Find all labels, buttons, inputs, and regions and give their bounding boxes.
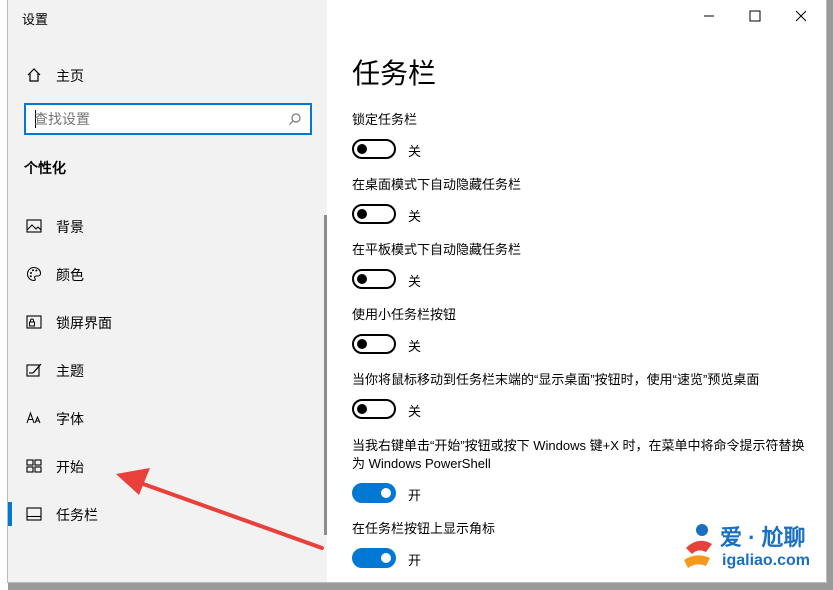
sidebar-item-start[interactable]: 开始	[8, 446, 327, 486]
sidebar-item-label: 颜色	[56, 267, 84, 283]
window-title: 设置	[22, 12, 49, 27]
section-title: 个性化	[24, 160, 66, 176]
setting-label: 使用小任务栏按钮	[352, 307, 457, 322]
sidebar-item-background[interactable]: 背景	[8, 206, 327, 246]
page-title: 任务栏	[352, 58, 437, 89]
setting-powershell: 当我右键单击“开始”按钮或按下 Windows 键+X 时，在菜单中将命令提示符…	[352, 437, 812, 505]
sidebar-item-fonts[interactable]: 字体	[8, 398, 327, 438]
setting-label: 当你将鼠标移动到任务栏末端的“显示桌面”按钮时，使用“速览”预览桌面	[352, 372, 760, 387]
setting-autohide-tablet: 在平板模式下自动隐藏任务栏 关	[352, 241, 812, 291]
maximize-icon	[749, 10, 761, 22]
search-input[interactable]	[34, 109, 284, 129]
close-icon	[795, 10, 807, 22]
home-icon	[24, 65, 44, 85]
sidebar-item-taskbar[interactable]: 任务栏	[8, 494, 327, 534]
sidebar-item-label: 锁屏界面	[56, 315, 112, 331]
close-button[interactable]	[778, 0, 824, 32]
taskbar-icon	[24, 504, 44, 524]
lock-taskbar-toggle[interactable]	[352, 139, 396, 159]
sidebar-item-label: 任务栏	[56, 507, 98, 523]
mascot-icon	[684, 524, 712, 568]
setting-small-buttons: 使用小任务栏按钮 关	[352, 306, 812, 356]
search-icon[interactable]	[288, 112, 302, 131]
background-window-edge	[0, 0, 8, 590]
toggle-state: 开	[408, 488, 422, 503]
setting-label: 在桌面模式下自动隐藏任务栏	[352, 177, 522, 192]
picture-icon	[24, 216, 44, 236]
toggle-state: 开	[408, 553, 422, 568]
watermark-logo: 爱 · 尬聊 igaliao.com	[676, 516, 826, 578]
sidebar-item-lockscreen[interactable]: 锁屏界面	[8, 302, 327, 342]
sidebar-item-colors[interactable]: 颜色	[8, 254, 327, 294]
autohide-tablet-toggle[interactable]	[352, 269, 396, 289]
setting-lock-taskbar: 锁定任务栏 关	[352, 111, 812, 161]
setting-label: 在平板模式下自动隐藏任务栏	[352, 242, 522, 257]
sidebar: 设置 主页 个性化 背景 颜色	[8, 0, 327, 582]
setting-label: 当我右键单击“开始”按钮或按下 Windows 键+X 时，在菜单中将命令提示符…	[352, 438, 805, 471]
minimize-icon	[704, 15, 714, 17]
maximize-button[interactable]	[732, 0, 778, 32]
sidebar-item-label: 背景	[56, 219, 84, 235]
powershell-toggle[interactable]	[352, 483, 396, 503]
sidebar-item-home[interactable]: 主页	[8, 60, 327, 90]
font-icon	[24, 408, 44, 428]
watermark-brand: 爱 · 尬聊	[720, 525, 806, 550]
peek-toggle[interactable]	[352, 399, 396, 419]
sidebar-item-label: 开始	[56, 459, 84, 475]
toggle-state: 关	[408, 209, 422, 224]
small-buttons-toggle[interactable]	[352, 334, 396, 354]
toggle-state: 关	[408, 404, 422, 419]
badges-toggle[interactable]	[352, 548, 396, 568]
autohide-desktop-toggle[interactable]	[352, 204, 396, 224]
palette-icon	[24, 264, 44, 284]
toggle-state: 关	[408, 339, 422, 354]
setting-label: 锁定任务栏	[352, 112, 418, 127]
lockscreen-icon	[24, 312, 44, 332]
watermark-url: igaliao.com	[722, 552, 811, 569]
toggle-state: 关	[408, 144, 422, 159]
setting-autohide-desktop: 在桌面模式下自动隐藏任务栏 关	[352, 176, 812, 226]
active-indicator	[8, 502, 12, 526]
sidebar-item-label: 主页	[56, 68, 84, 84]
toggle-state: 关	[408, 274, 422, 289]
sidebar-item-themes[interactable]: 主题	[8, 350, 327, 390]
main-content: 任务栏 锁定任务栏 关 在桌面模式下自动隐藏任务栏 关 在平板模式下自动隐藏任务…	[327, 0, 826, 582]
setting-peek: 当你将鼠标移动到任务栏末端的“显示桌面”按钮时，使用“速览”预览桌面 关	[352, 371, 812, 421]
start-icon	[24, 456, 44, 476]
minimize-button[interactable]	[686, 0, 732, 32]
search-box[interactable]	[24, 103, 312, 135]
settings-window: 设置 主页 个性化 背景 颜色	[8, 0, 826, 582]
sidebar-item-label: 字体	[56, 411, 84, 427]
theme-icon	[24, 360, 44, 380]
sidebar-item-label: 主题	[56, 363, 84, 379]
